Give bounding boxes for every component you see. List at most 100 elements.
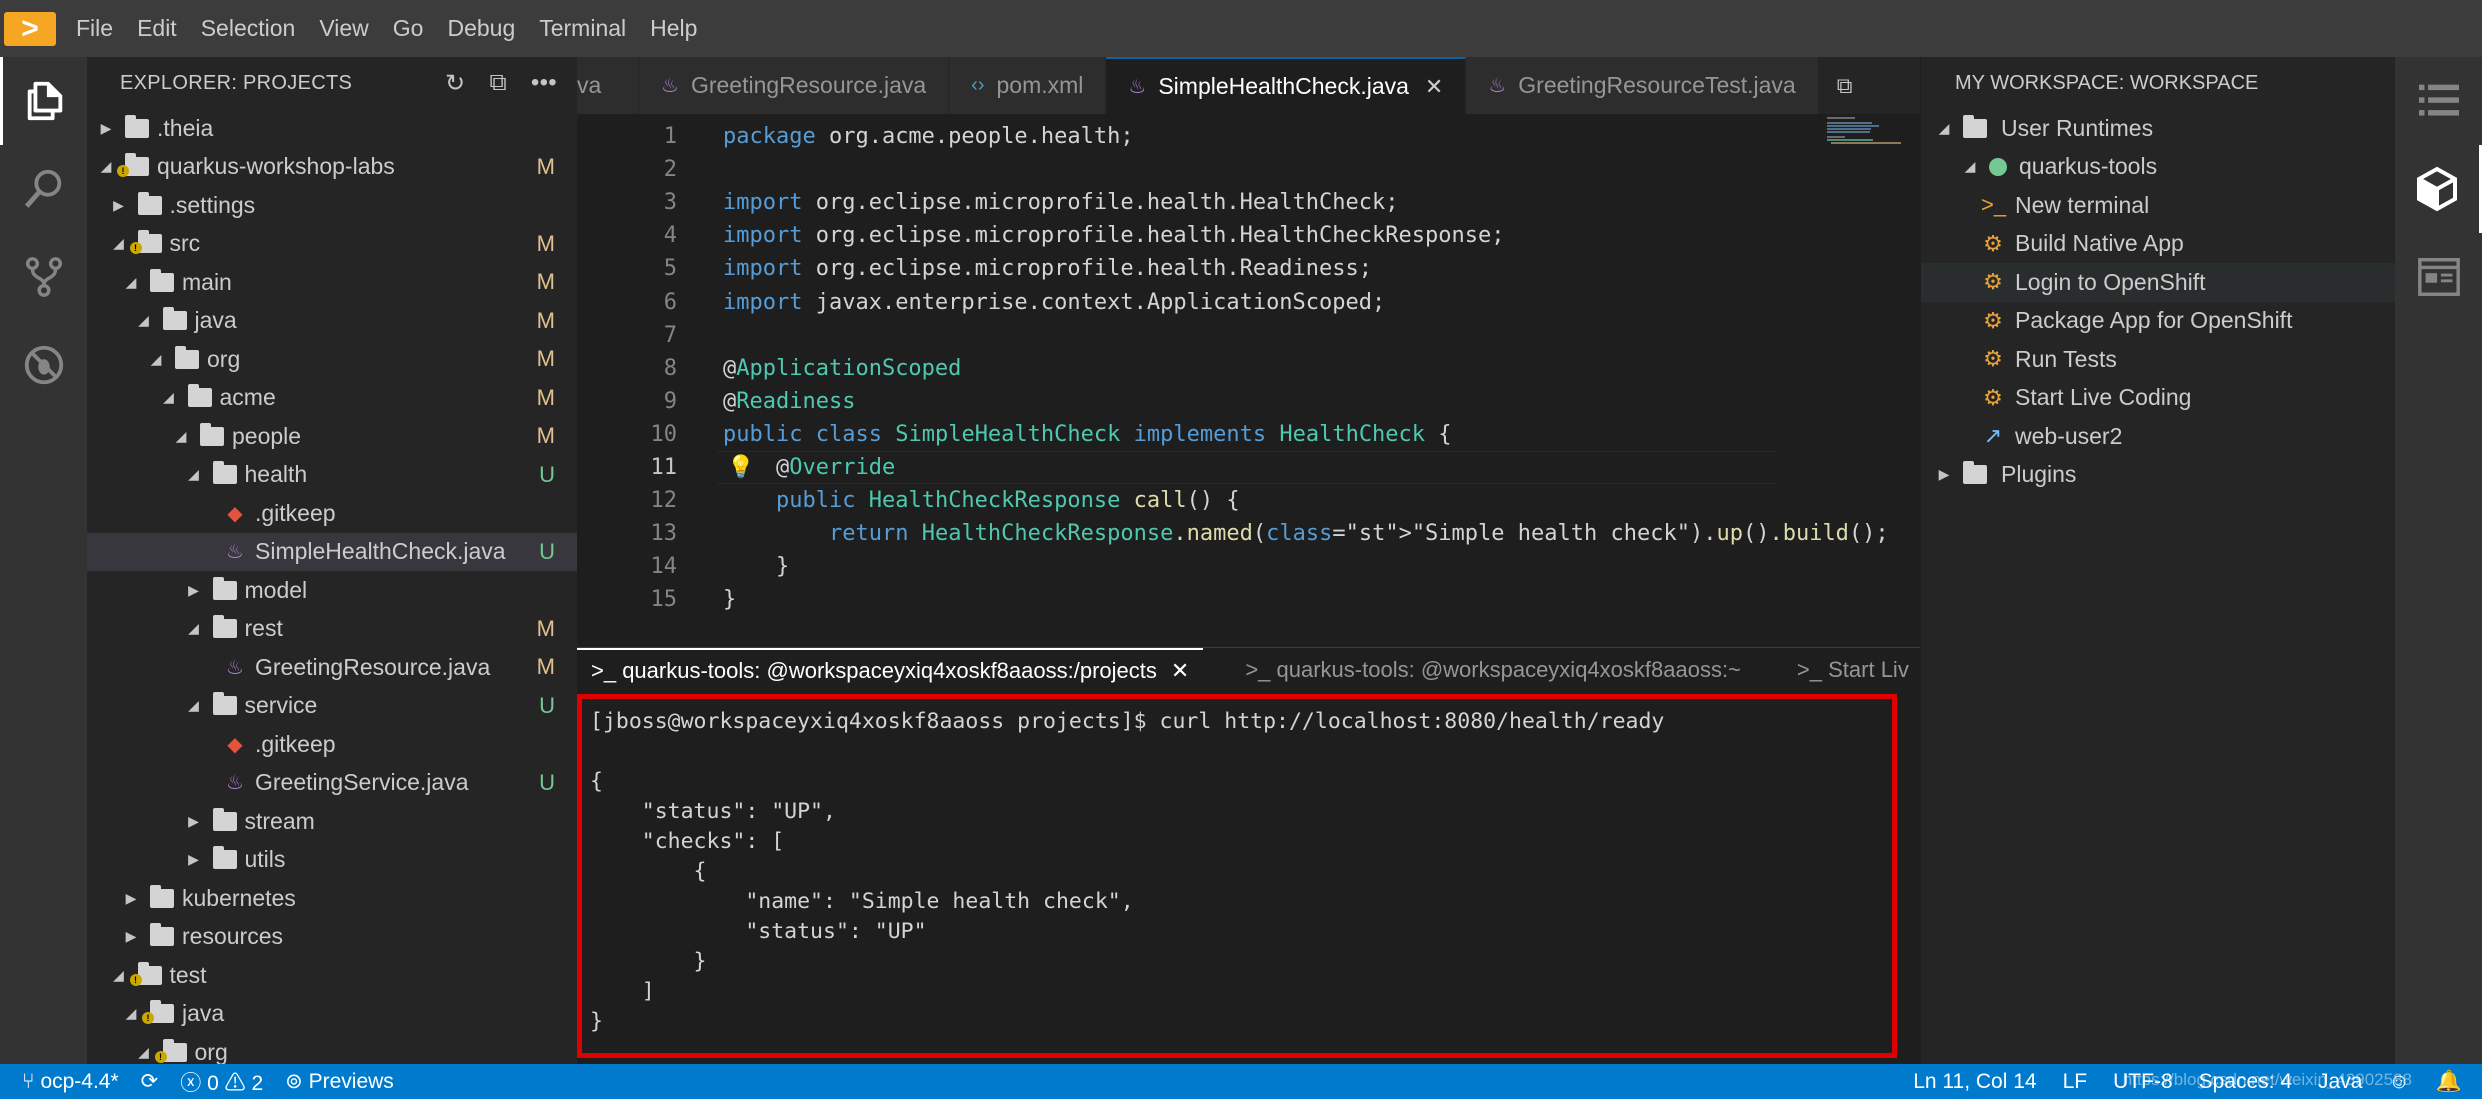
tree-item[interactable]: ▶ .theia <box>87 109 577 148</box>
ws-item-login-openshift[interactable]: ⚙ Login to OpenShift <box>1921 263 2395 302</box>
menu-go[interactable]: Go <box>393 15 424 42</box>
terminal-tab-projects[interactable]: >_ quarkus-tools: @workspaceyxiq4xoskf8a… <box>577 648 1204 692</box>
chevron-down-icon: ◢ <box>175 427 187 444</box>
tree-item[interactable]: ▶ resources <box>87 918 577 957</box>
code-line[interactable]: 7 <box>577 319 1920 352</box>
explorer-icon[interactable] <box>0 57 87 145</box>
menu-terminal[interactable]: Terminal <box>539 15 626 42</box>
tree-item[interactable]: ◢! quarkus-workshop-labs M <box>87 148 577 187</box>
tab-greetingresource[interactable]: ♨ GreetingResource.java <box>639 57 950 114</box>
refresh-icon[interactable]: ↻ <box>445 69 465 98</box>
code-line[interactable]: 2 <box>577 153 1920 186</box>
tree-item[interactable]: ▶ .settings <box>87 186 577 225</box>
tab-pom[interactable]: ‹› pom.xml <box>949 57 1107 114</box>
code-line[interactable]: 4 import org.eclipse.microprofile.health.… <box>577 219 1920 252</box>
code-line[interactable]: 12 public HealthCheckResponse call() { <box>577 484 1920 517</box>
menu-edit[interactable]: Edit <box>137 15 177 42</box>
tree-item[interactable]: ◢! org <box>87 1033 577 1064</box>
tree-item[interactable]: ◢ service U <box>87 687 577 726</box>
ws-item-web-user2[interactable]: ↗ web-user2 <box>1921 417 2395 456</box>
tree-item[interactable]: ▶ utils <box>87 841 577 880</box>
source-control-icon[interactable] <box>0 233 87 321</box>
tree-item[interactable]: ◢ people M <box>87 417 577 456</box>
code-line[interactable]: 1 package org.acme.people.health; <box>577 120 1920 153</box>
more-icon[interactable]: ••• <box>531 69 557 98</box>
sync-icon[interactable]: ⟳ <box>141 1069 159 1094</box>
ws-item-plugins[interactable]: ▶ Plugins <box>1921 456 2395 495</box>
code-line[interactable]: 10 public class SimpleHealthCheck impleme… <box>577 418 1920 451</box>
menu-help[interactable]: Help <box>650 15 697 42</box>
preview-window-icon[interactable] <box>2395 233 2482 321</box>
ws-item-new-terminal[interactable]: >_ New terminal <box>1921 186 2395 225</box>
problems-status[interactable]: ⓧ 0 ⚠ 2 <box>180 1067 263 1097</box>
minimap[interactable] <box>1827 117 1907 147</box>
ws-label: Start Live Coding <box>2015 384 2192 411</box>
tree-item[interactable]: ♨ GreetingResource.java M <box>87 648 577 687</box>
ws-item-live-coding[interactable]: ⚙ Start Live Coding <box>1921 379 2395 418</box>
folder-icon <box>200 422 224 446</box>
workspace-cube-icon[interactable] <box>2395 145 2482 233</box>
menu-view[interactable]: View <box>319 15 368 42</box>
tree-item[interactable]: ◢! test <box>87 956 577 995</box>
ws-item-user-runtimes[interactable]: ◢ User Runtimes <box>1921 109 2395 148</box>
code-editor[interactable]: 1 package org.acme.people.health; 2 3 import… <box>577 114 1920 647</box>
tab-hidden[interactable]: va <box>577 57 639 114</box>
tree-item[interactable]: ◢ acme M <box>87 379 577 418</box>
terminal-tab-label: >_ quarkus-tools: @workspaceyxiq4xoskf8a… <box>1245 657 1741 682</box>
code-line[interactable]: 14 } <box>577 550 1920 583</box>
terminal-tab-home[interactable]: >_ quarkus-tools: @workspaceyxiq4xoskf8a… <box>1231 648 1755 692</box>
tab-simplehealthcheck[interactable]: ♨ SimpleHealthCheck.java ✕ <box>1106 57 1467 114</box>
code-line[interactable]: 13 return HealthCheckResponse.named(clas… <box>577 517 1920 550</box>
branch-status[interactable]: ⑂ ocp-4.4* <box>22 1070 119 1094</box>
search-icon[interactable] <box>0 145 87 233</box>
close-icon[interactable]: ✕ <box>1171 658 1189 684</box>
tab-greetingresourcetest[interactable]: ♨ GreetingResourceTest.java <box>1466 57 1819 114</box>
tree-item[interactable]: ◢! src M <box>87 225 577 264</box>
menu-debug[interactable]: Debug <box>447 15 515 42</box>
code-line[interactable]: 11 💡 @Override <box>577 451 1920 484</box>
code-line[interactable]: 15} <box>577 583 1920 616</box>
terminal-tab-live[interactable]: >_ Start Liv <box>1783 648 1920 692</box>
tree-item[interactable]: ◢ health U <box>87 456 577 495</box>
tree-item[interactable]: ◢ org M <box>87 340 577 379</box>
app-logo[interactable]: > <box>4 11 56 46</box>
tree-item[interactable]: ♨ SimpleHealthCheck.java U <box>87 532 577 571</box>
tree-item[interactable]: ▶ stream <box>87 802 577 841</box>
folder-icon <box>137 191 162 215</box>
tree-item[interactable]: ◆ .gitkeep <box>87 725 577 764</box>
tree-item[interactable]: ◢ main M <box>87 263 577 302</box>
code-line[interactable]: 9 @Readiness <box>577 385 1920 418</box>
tree-item[interactable]: ♨ GreetingService.java U <box>87 764 577 803</box>
ws-item-quarkus-tools[interactable]: ◢ quarkus-tools <box>1921 148 2395 187</box>
eol-status[interactable]: LF <box>2063 1070 2088 1094</box>
chevron-down-icon: ◢ <box>138 312 149 329</box>
tab-label: GreetingResourceTest.java <box>1518 72 1796 98</box>
tree-item[interactable]: ▶ kubernetes <box>87 879 577 918</box>
outline-icon[interactable] <box>2395 57 2482 145</box>
tree-item[interactable]: ◢ java M <box>87 302 577 341</box>
tree-item[interactable]: ◢ rest M <box>87 610 577 649</box>
code-line[interactable]: 6 import javax.enterprise.context.Applica… <box>577 286 1920 319</box>
terminal-output[interactable]: [jboss@workspaceyxiq4xoskf8aaoss project… <box>577 694 1897 1058</box>
debug-icon[interactable] <box>0 321 87 409</box>
notifications-icon[interactable]: 🔔 <box>2436 1070 2462 1094</box>
code-line[interactable]: 8 @ApplicationScoped <box>577 352 1920 385</box>
close-icon[interactable]: ✕ <box>1425 74 1443 100</box>
code-line[interactable]: 5 import org.eclipse.microprofile.health.… <box>577 252 1920 285</box>
tree-item[interactable]: ◢! java <box>87 995 577 1034</box>
cursor-position[interactable]: Ln 11, Col 14 <box>1913 1070 2036 1094</box>
menu-file[interactable]: File <box>76 15 113 42</box>
ws-item-run-tests[interactable]: ⚙ Run Tests <box>1921 340 2395 379</box>
tree-item[interactable]: ▶ model <box>87 571 577 610</box>
chevron-down-icon: ◢ <box>188 466 199 483</box>
menu-selection[interactable]: Selection <box>201 15 296 42</box>
collapse-all-icon[interactable]: ⧉ <box>489 69 506 98</box>
open-preview-icon[interactable]: ⧉ <box>1818 57 1871 114</box>
ws-item-package-app[interactable]: ⚙ Package App for OpenShift <box>1921 302 2395 341</box>
ws-item-build-native[interactable]: ⚙ Build Native App <box>1921 225 2395 264</box>
tree-item[interactable]: ◆ .gitkeep <box>87 494 577 533</box>
previews-status[interactable]: ⊚ Previews <box>285 1069 394 1094</box>
explorer-title: EXPLORER: PROJECTS <box>120 71 353 94</box>
line-number: 4 <box>663 223 677 249</box>
code-line[interactable]: 3 import org.eclipse.microprofile.health.… <box>577 186 1920 219</box>
